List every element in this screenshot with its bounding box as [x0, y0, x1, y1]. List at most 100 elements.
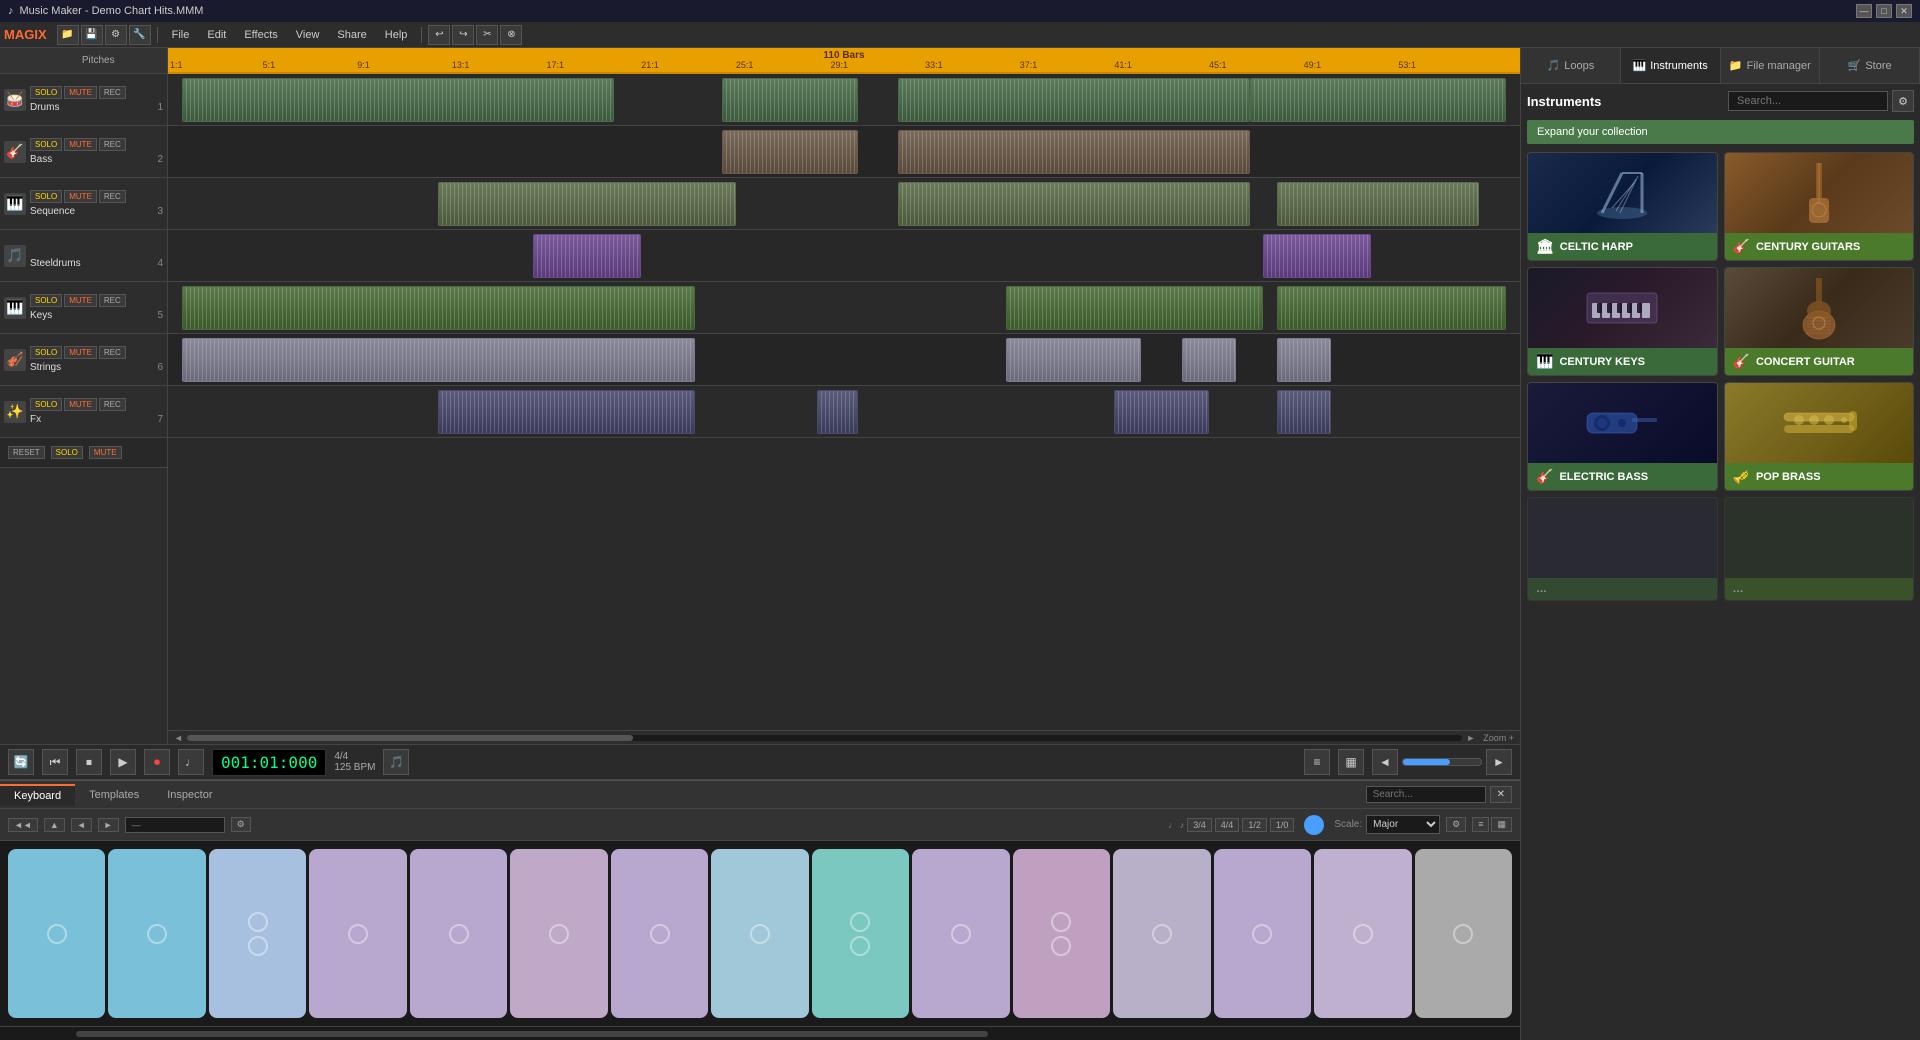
- maximize-button[interactable]: □: [1876, 4, 1892, 18]
- instrument-card-concert-guitar[interactable]: 🎸 CONCERT GUITAR: [1724, 267, 1915, 376]
- vol-right[interactable]: ►: [1486, 749, 1512, 775]
- kb-nav-left[interactable]: ◄: [71, 818, 92, 832]
- tab-file-manager[interactable]: 📁 File manager: [1721, 48, 1821, 83]
- clip-strings-3[interactable]: [1182, 338, 1236, 382]
- mute-btn-1[interactable]: MUTE: [64, 86, 97, 99]
- clip-steel-1[interactable]: [533, 234, 641, 278]
- kb-view-2[interactable]: ▦: [1491, 817, 1512, 832]
- master-mute-btn[interactable]: MUTE: [89, 446, 122, 459]
- scale-select[interactable]: Major Minor Pentatonic: [1366, 815, 1440, 834]
- piano-key-10[interactable]: [912, 849, 1009, 1018]
- piano-key-1[interactable]: [8, 849, 105, 1018]
- menu-share[interactable]: Share: [329, 27, 374, 43]
- clip-seq-3[interactable]: [1277, 182, 1480, 226]
- clip-fx-2[interactable]: [817, 390, 858, 434]
- hscroll-track[interactable]: [187, 735, 1462, 741]
- tab-store[interactable]: 🛒 Store: [1820, 48, 1920, 83]
- rec-btn-1[interactable]: REC: [99, 86, 126, 99]
- mute-btn-2[interactable]: MUTE: [64, 138, 97, 151]
- tab-templates[interactable]: Templates: [75, 785, 153, 805]
- rec-btn-3[interactable]: REC: [99, 190, 126, 203]
- piano-key-7[interactable]: [611, 849, 708, 1018]
- rec-btn-2[interactable]: REC: [99, 138, 126, 151]
- settings-button[interactable]: ⚙: [105, 25, 127, 45]
- redo-button[interactable]: ↪: [452, 25, 474, 45]
- reset-btn[interactable]: RESET: [8, 446, 45, 459]
- master-solo-btn[interactable]: SOLO: [51, 446, 83, 459]
- clip-strings-1[interactable]: [182, 338, 696, 382]
- mixer-button[interactable]: ≡: [1304, 749, 1330, 775]
- piano-key-14[interactable]: [1314, 849, 1411, 1018]
- keyboard-search-input[interactable]: [1366, 786, 1486, 803]
- loop-button[interactable]: 🔄: [8, 749, 34, 775]
- instrument-card-century-guitars[interactable]: 🎸 CENTURY GUITARS: [1724, 152, 1915, 261]
- tab-inspector[interactable]: Inspector: [153, 785, 226, 805]
- mute-btn-6[interactable]: MUTE: [64, 346, 97, 359]
- clip-seq-1[interactable]: [438, 182, 735, 226]
- rec-btn-6[interactable]: REC: [99, 346, 126, 359]
- tab-instruments[interactable]: 🎹 Instruments: [1621, 48, 1721, 83]
- solo-btn-6[interactable]: SOLO: [30, 346, 62, 359]
- solo-btn-2[interactable]: SOLO: [30, 138, 62, 151]
- mute-btn-3[interactable]: MUTE: [64, 190, 97, 203]
- kb-nav-up[interactable]: ▲: [44, 818, 65, 832]
- instrument-card-century-keys[interactable]: 🎹 CENTURY KEYS: [1527, 267, 1718, 376]
- nb-4[interactable]: 1/0: [1270, 818, 1295, 832]
- piano-key-11[interactable]: [1013, 849, 1110, 1018]
- clip-keys-3[interactable]: [1277, 286, 1507, 330]
- solo-btn-3[interactable]: SOLO: [30, 190, 62, 203]
- nb-2[interactable]: 4/4: [1215, 818, 1240, 832]
- kb-nav-right[interactable]: ►: [98, 818, 119, 832]
- view-button[interactable]: ▦: [1338, 749, 1364, 775]
- save-button[interactable]: 💾: [81, 25, 103, 45]
- clips-scroll[interactable]: [168, 74, 1520, 730]
- clip-strings-2[interactable]: [1006, 338, 1141, 382]
- solo-btn-5[interactable]: SOLO: [30, 294, 62, 307]
- nb-3[interactable]: 1/2: [1242, 818, 1267, 832]
- menu-file[interactable]: File: [164, 27, 198, 43]
- hscroll-thumb[interactable]: [187, 735, 633, 741]
- kb-scroll-thumb[interactable]: [76, 1031, 988, 1037]
- clip-steel-2[interactable]: [1263, 234, 1371, 278]
- snap-button[interactable]: 🔧: [129, 25, 151, 45]
- vol-left[interactable]: ◄: [1372, 749, 1398, 775]
- instrument-card-extra-1[interactable]: …: [1527, 497, 1718, 601]
- kb-settings2[interactable]: ⚙: [1446, 817, 1466, 832]
- clip-drums-3[interactable]: [898, 78, 1250, 122]
- piano-key-8[interactable]: [711, 849, 808, 1018]
- instruments-settings-button[interactable]: ⚙: [1892, 90, 1914, 112]
- kb-nav-back[interactable]: ◄◄: [8, 818, 38, 832]
- cut-button[interactable]: ✂: [476, 25, 498, 45]
- clip-bass-1[interactable]: [722, 130, 857, 174]
- instrument-card-electric-bass[interactable]: 🎸 ELECTRIC BASS: [1527, 382, 1718, 491]
- clip-strings-4[interactable]: [1277, 338, 1331, 382]
- piano-key-6[interactable]: [510, 849, 607, 1018]
- solo-btn-7[interactable]: SOLO: [30, 398, 62, 411]
- piano-key-9[interactable]: [812, 849, 909, 1018]
- close-button[interactable]: ✕: [1896, 4, 1912, 18]
- piano-key-13[interactable]: [1214, 849, 1311, 1018]
- rec-btn-7[interactable]: REC: [99, 398, 126, 411]
- clip-fx-1[interactable]: [438, 390, 695, 434]
- rewind-button[interactable]: ⏮: [42, 749, 68, 775]
- undo-button[interactable]: ↩: [428, 25, 450, 45]
- piano-key-12[interactable]: [1113, 849, 1210, 1018]
- clip-seq-2[interactable]: [898, 182, 1250, 226]
- menu-help[interactable]: Help: [377, 27, 416, 43]
- play-button[interactable]: ▶: [110, 749, 136, 775]
- timeline-ruler[interactable]: 110 Bars 1:1 5:1 9:1 13:1 17:1 21:1 25:1…: [168, 48, 1520, 74]
- clip-fx-3[interactable]: [1114, 390, 1209, 434]
- stop-button[interactable]: ⊗: [500, 25, 522, 45]
- record-button[interactable]: ⏺: [144, 749, 170, 775]
- tab-keyboard[interactable]: Keyboard: [0, 784, 75, 806]
- clip-bass-2[interactable]: [898, 130, 1250, 174]
- piano-key-15[interactable]: [1415, 849, 1512, 1018]
- rec-btn-5[interactable]: REC: [99, 294, 126, 307]
- solo-btn-1[interactable]: SOLO: [30, 86, 62, 99]
- piano-key-2[interactable]: [108, 849, 205, 1018]
- instruments-search-input[interactable]: [1728, 91, 1888, 111]
- clip-keys-1[interactable]: [182, 286, 696, 330]
- instrument-card-pop-brass[interactable]: 🎺 POP BRASS: [1724, 382, 1915, 491]
- mute-btn-5[interactable]: MUTE: [64, 294, 97, 307]
- menu-view[interactable]: View: [288, 27, 328, 43]
